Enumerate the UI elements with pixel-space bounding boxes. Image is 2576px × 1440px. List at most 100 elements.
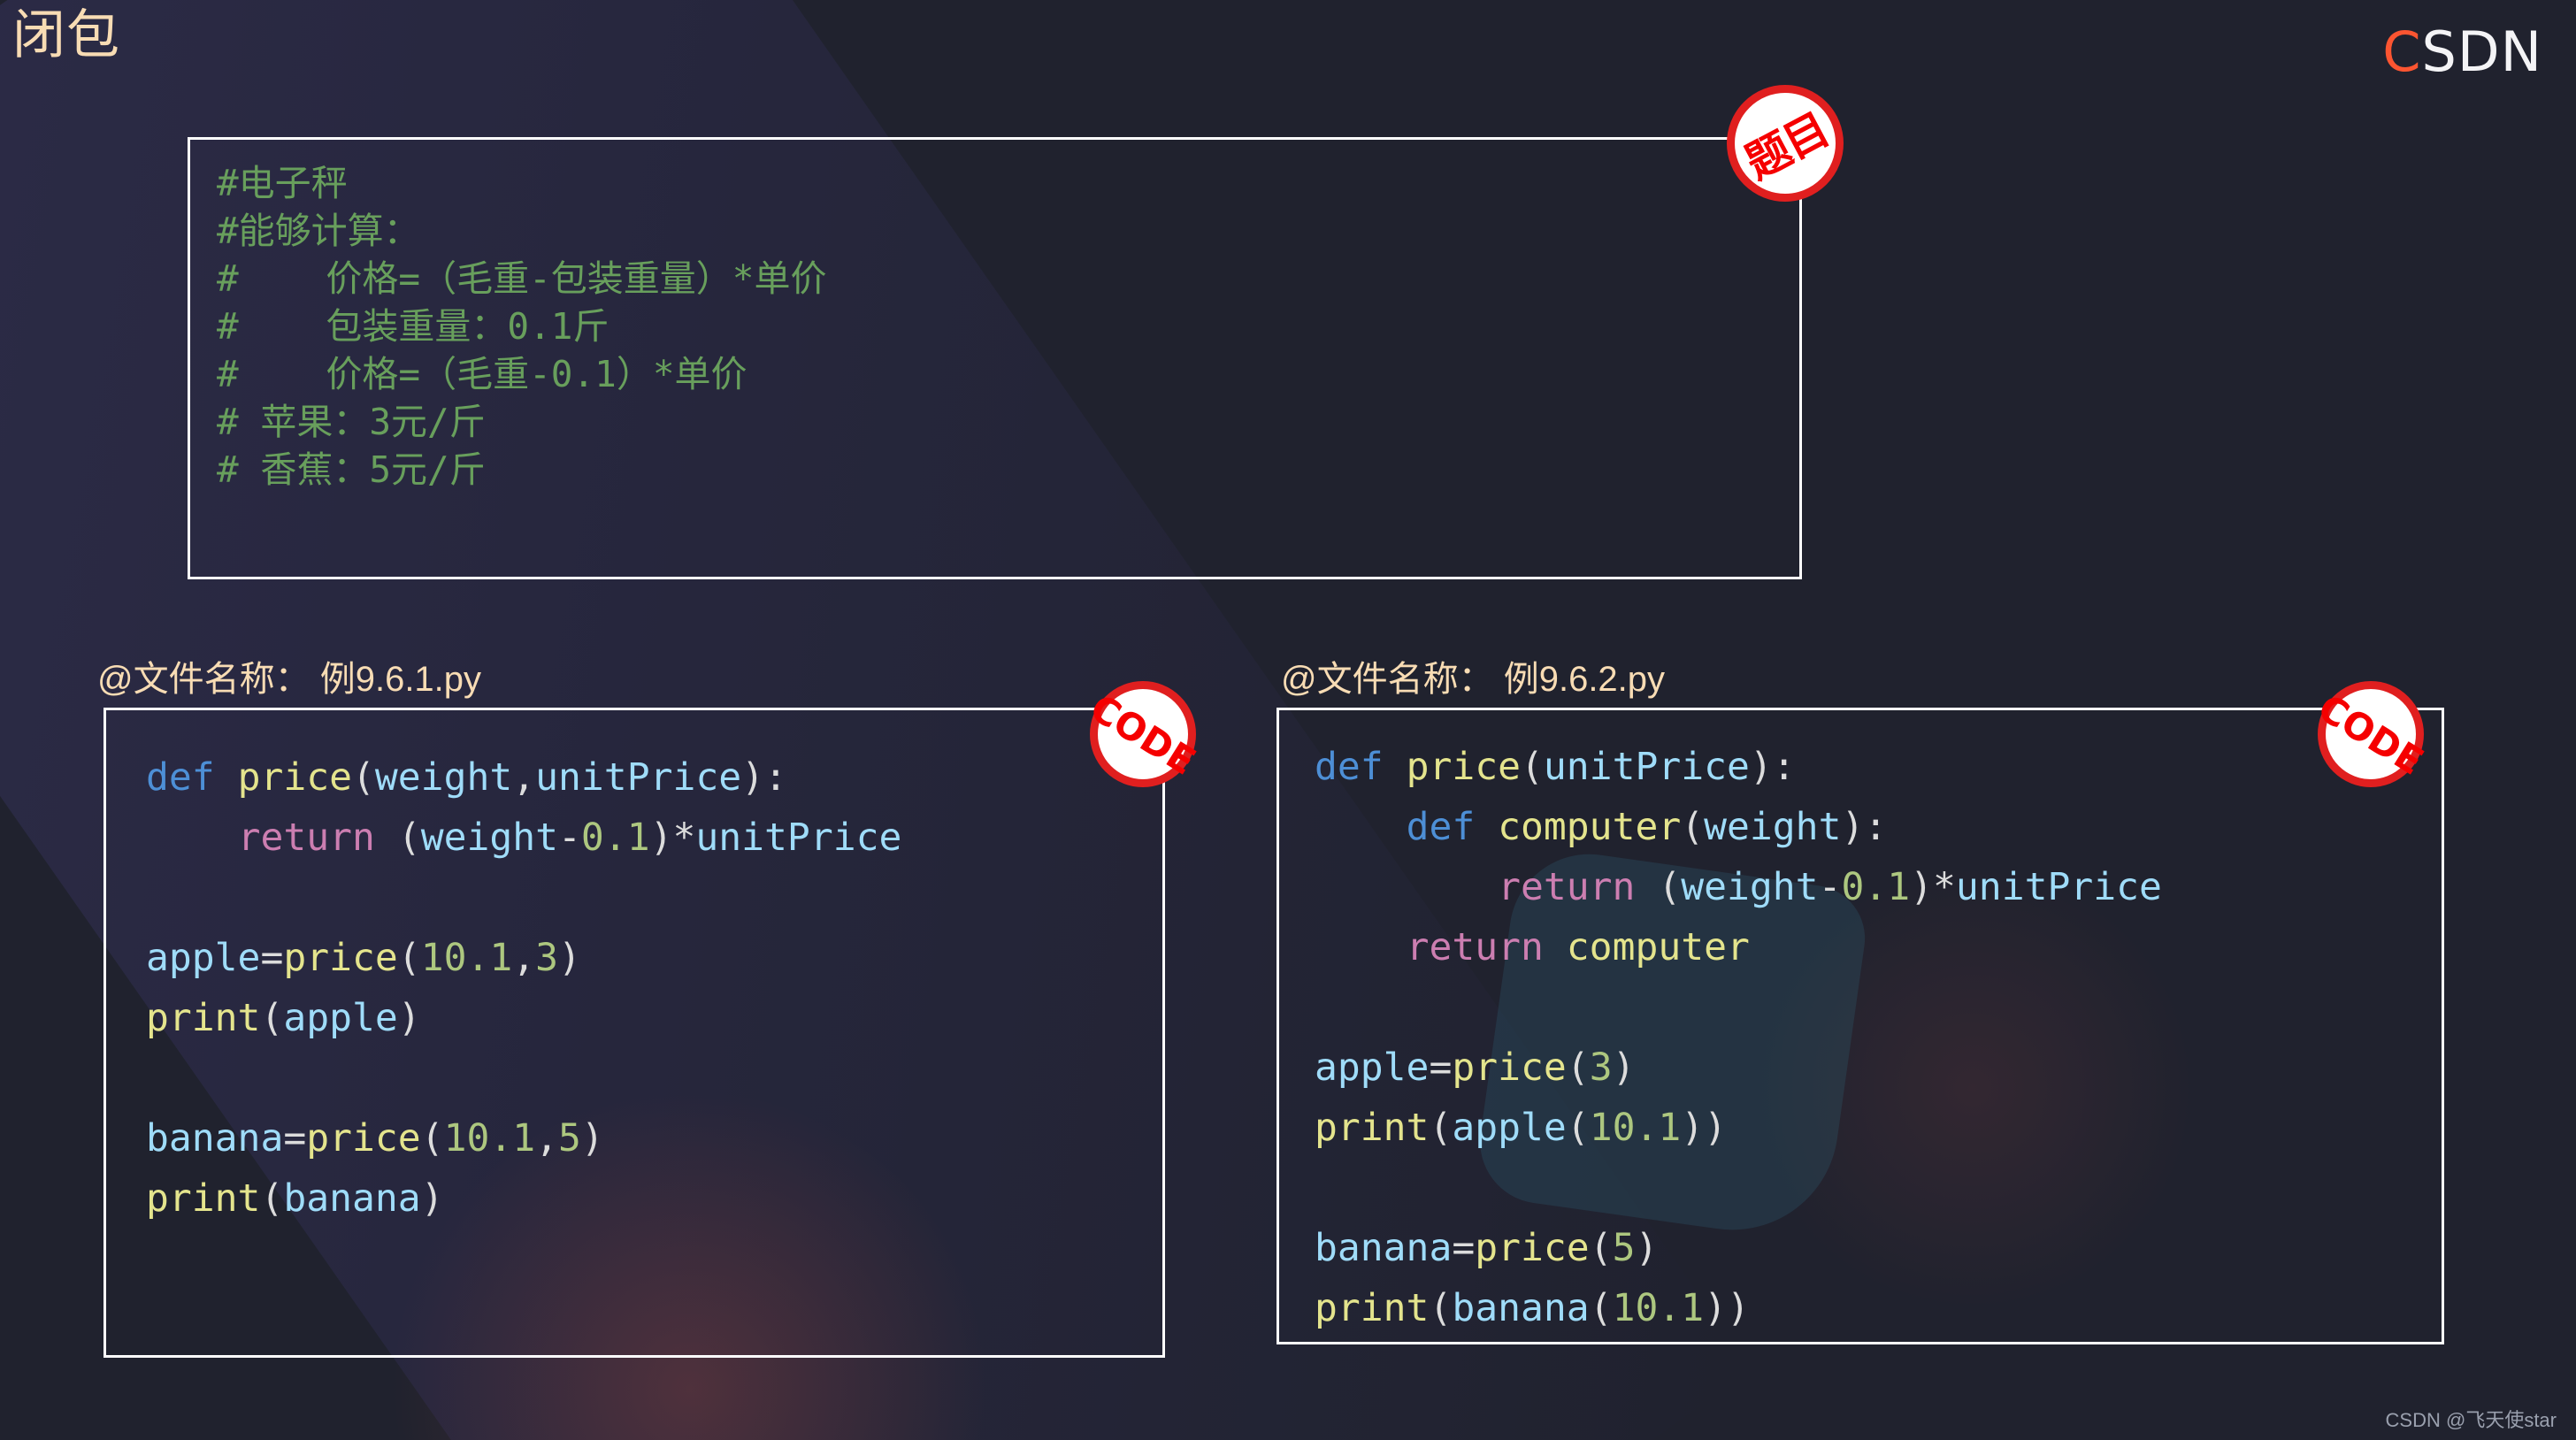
code-token: = xyxy=(1452,1226,1476,1270)
code-token: - xyxy=(1818,865,1842,909)
code-line: print(banana) xyxy=(146,1168,1162,1229)
code-line: apple=price(10.1,3) xyxy=(146,928,1162,988)
code-token: ( xyxy=(1429,1286,1453,1330)
file-label-right: @文件名称： 例9.6.2.py xyxy=(1281,660,1666,699)
code-line: banana=price(5) xyxy=(1315,1218,2442,1278)
code-token: unitPrice xyxy=(1955,865,2162,909)
code-token: return xyxy=(237,816,375,860)
code-token: unitPrice xyxy=(535,755,742,800)
code-token: banana xyxy=(283,1176,421,1221)
code-token: ( xyxy=(1566,1106,1590,1150)
code-token: banana xyxy=(1452,1286,1590,1330)
topic-badge-label: 题目 xyxy=(1737,104,1836,188)
comment-line: # 价格=（毛重-0.1）*单价 xyxy=(217,353,748,395)
code-token: 10.1 xyxy=(1589,1106,1682,1150)
comment-line: #能够计算： xyxy=(217,210,420,252)
code-token: ( xyxy=(1429,1106,1453,1150)
code-token: 0.1 xyxy=(580,816,650,860)
code-token: apple xyxy=(283,996,398,1040)
code-token: ( xyxy=(260,1176,284,1221)
code-token: , xyxy=(512,936,536,980)
code-token: unitPrice xyxy=(1543,745,1750,789)
code-token: ) xyxy=(558,936,581,980)
comment-line: # 价格=（毛重-包装重量）*单价 xyxy=(217,257,827,300)
code-token: , xyxy=(512,755,536,800)
code-token: price xyxy=(306,1116,421,1160)
code-line: banana=price(10.1,5) xyxy=(146,1108,1162,1168)
comment-line: # 包装重量：0.1斤 xyxy=(217,305,610,348)
code-token: = xyxy=(260,936,284,980)
code-panel-right: def price(unitPrice): def computer(weigh… xyxy=(1276,708,2444,1344)
code-token: banana xyxy=(1315,1226,1453,1270)
code-token: computer xyxy=(1566,925,1750,969)
code-line: print(banana(10.1)) xyxy=(1315,1278,2442,1338)
code-token: banana xyxy=(146,1116,284,1160)
code-token: ( xyxy=(260,996,284,1040)
code-token: price xyxy=(1452,1046,1567,1090)
code-line: return (weight-0.1)*unitPrice xyxy=(1315,857,2442,917)
code-token: price xyxy=(283,936,398,980)
code-token: ( xyxy=(1681,805,1705,849)
code-line: def price(weight,unitPrice): xyxy=(146,747,1162,808)
code-token: price xyxy=(237,755,353,800)
code-line: print(apple) xyxy=(146,988,1162,1048)
code-token: ( xyxy=(1521,745,1544,789)
code-token: weight xyxy=(420,816,559,860)
code-token: print xyxy=(146,1176,261,1221)
code-token: weight xyxy=(1704,805,1842,849)
comment-lines: #电子秤 #能够计算： # 价格=（毛重-包装重量）*单价 # 包装重量：0.1斤 # … xyxy=(217,159,1773,494)
code-token: ) xyxy=(1612,1046,1636,1090)
code-token: price xyxy=(1406,745,1522,789)
code-token: 10.1 xyxy=(1612,1286,1705,1330)
code-token: ): xyxy=(1841,805,1888,849)
code-token: ) xyxy=(580,1116,604,1160)
code-token: ( xyxy=(374,816,421,860)
code-token: 3 xyxy=(1589,1046,1613,1090)
code-token: apple xyxy=(1452,1106,1567,1150)
code-badge-left: CODE xyxy=(1083,681,1203,787)
code-line: print(apple(10.1)) xyxy=(1315,1098,2442,1158)
code-token: ( xyxy=(352,755,375,800)
code-lines-left: def price(weight,unitPrice): return (wei… xyxy=(146,747,1162,1229)
csdn-logo: CSDN xyxy=(2382,19,2542,84)
code-token: unitPrice xyxy=(695,816,902,860)
csdn-logo-letters-sdn: SDN xyxy=(2421,19,2542,84)
code-token: ) xyxy=(420,1176,444,1221)
code-token: ( xyxy=(397,936,421,980)
code-token: = xyxy=(1429,1046,1453,1090)
code-token: print xyxy=(1315,1106,1430,1150)
code-token: weight xyxy=(1681,865,1819,909)
code-token: ( xyxy=(420,1116,444,1160)
code-token: apple xyxy=(1315,1046,1430,1090)
code-token: )* xyxy=(1910,865,1956,909)
code-lines-right: def price(unitPrice): def computer(weigh… xyxy=(1315,737,2442,1338)
code-token: 5 xyxy=(1612,1226,1636,1270)
topic-badge: 题目 xyxy=(1727,85,1844,202)
comment-line: # 苹果：3元/斤 xyxy=(217,401,486,443)
code-token: ( xyxy=(1589,1226,1613,1270)
code-token: - xyxy=(558,816,581,860)
code-line: def computer(weight): xyxy=(1315,797,2442,857)
code-token: , xyxy=(535,1116,559,1160)
code-token: computer xyxy=(1498,805,1682,849)
code-line: apple=price(3) xyxy=(1315,1038,2442,1098)
comment-line: # 香蕉：5元/斤 xyxy=(217,448,486,491)
code-token: print xyxy=(1315,1286,1430,1330)
code-token: weight xyxy=(374,755,513,800)
code-token: def xyxy=(1315,745,1407,789)
code-token: price xyxy=(1475,1226,1590,1270)
page-title: 闭包 xyxy=(12,5,120,65)
code-token: return xyxy=(1498,865,1636,909)
code-token: )) xyxy=(1681,1106,1728,1150)
code-token: 3 xyxy=(535,936,559,980)
file-label-left: @文件名称： 例9.6.1.py xyxy=(97,660,482,699)
code-token: ( xyxy=(1566,1046,1590,1090)
